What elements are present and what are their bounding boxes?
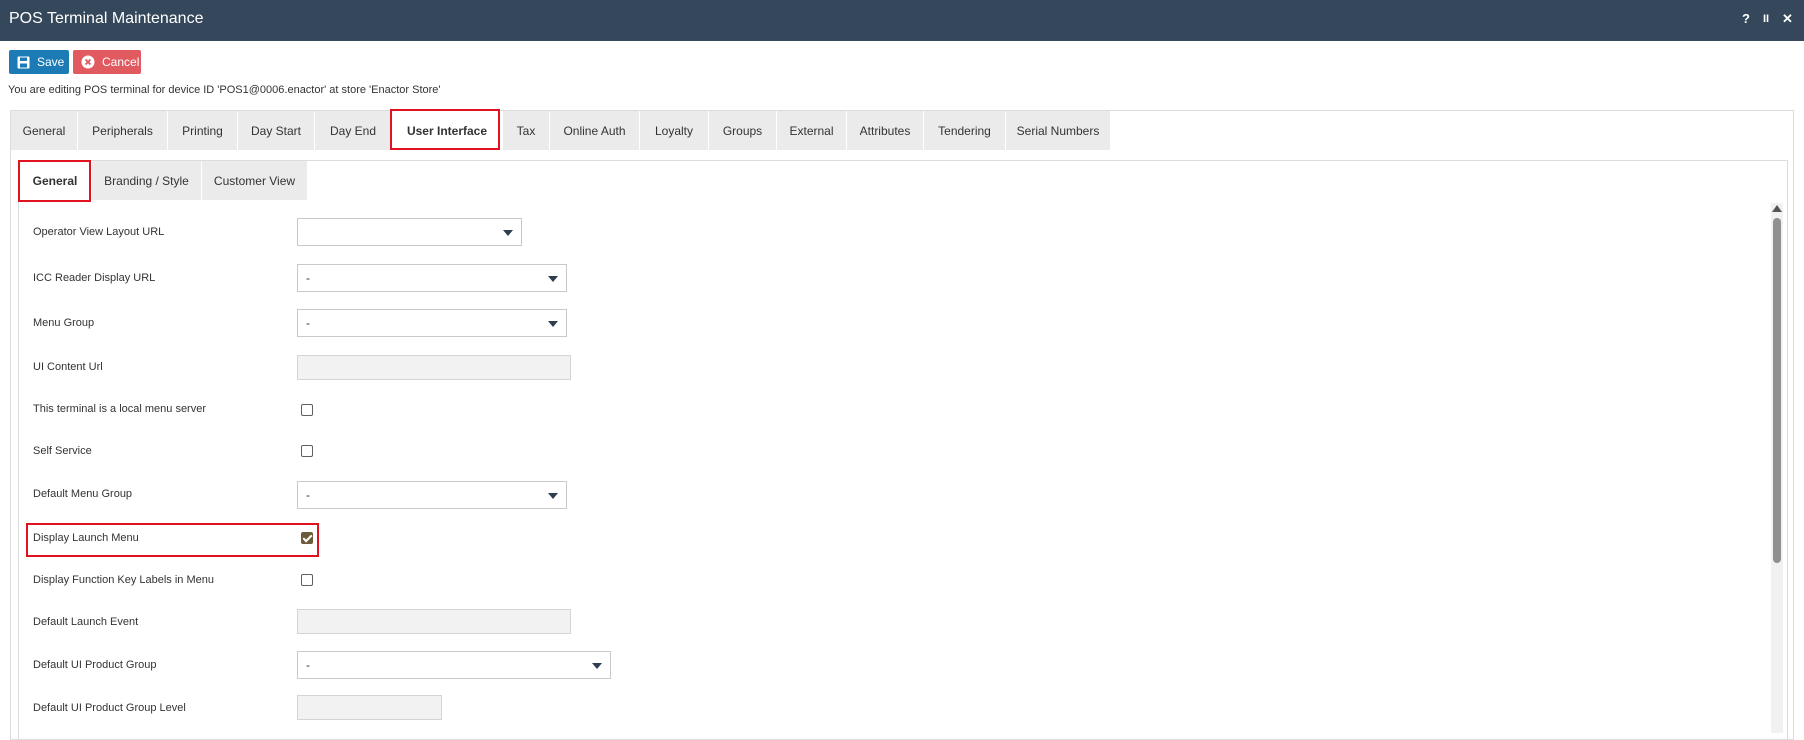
window-title: POS Terminal Maintenance <box>9 10 204 27</box>
display-launch-menu-label: Display Launch Menu <box>33 532 139 544</box>
save-label: Save <box>37 55 65 69</box>
operator-view-layout-url-label: Operator View Layout URL <box>33 226 165 238</box>
help-icon[interactable]: ? <box>1742 11 1750 26</box>
pause-icon[interactable]: II <box>1763 13 1769 25</box>
tab-serial-numbers[interactable]: Serial Numbers <box>1006 111 1111 150</box>
operator-view-layout-url-select[interactable] <box>297 218 522 246</box>
default-menu-group-select[interactable]: - <box>297 481 567 509</box>
local-menu-server-checkbox[interactable] <box>301 404 313 416</box>
self-service-label: Self Service <box>33 445 92 457</box>
default-ui-product-group-level-input[interactable] <box>297 695 442 720</box>
chevron-down-icon <box>548 276 558 282</box>
default-ui-product-group-level-label: Default UI Product Group Level <box>33 702 186 714</box>
tab-groups[interactable]: Groups <box>709 111 777 150</box>
tab-day-end[interactable]: Day End <box>315 111 392 150</box>
tab-day-start[interactable]: Day Start <box>238 111 315 150</box>
menu-group-label: Menu Group <box>33 317 95 329</box>
default-launch-event-input[interactable] <box>297 609 571 634</box>
circle-x-icon <box>81 55 95 69</box>
menu-group-select[interactable]: - <box>297 309 567 337</box>
display-fn-key-labels-checkbox[interactable] <box>301 574 313 586</box>
chevron-down-icon <box>548 493 558 499</box>
tab-printing[interactable]: Printing <box>168 111 238 150</box>
cancel-label: Cancel <box>102 55 140 69</box>
tab-tendering[interactable]: Tendering <box>924 111 1006 150</box>
cancel-button[interactable]: Cancel <box>73 50 141 74</box>
tab-tax[interactable]: Tax <box>503 111 550 150</box>
subtab-branding-style[interactable]: Branding / Style <box>92 161 202 200</box>
scroll-up-arrow-icon[interactable] <box>1772 205 1782 212</box>
scrollbar-thumb[interactable] <box>1773 218 1781 563</box>
icc-reader-display-url-label: ICC Reader Display URL <box>33 272 156 284</box>
subtab-general[interactable]: General <box>19 161 92 200</box>
icc-reader-display-url-select[interactable]: - <box>297 264 567 292</box>
local-menu-server-label: This terminal is a local menu server <box>33 403 207 415</box>
tab-external[interactable]: External <box>777 111 847 150</box>
save-button[interactable]: Save <box>9 50 69 74</box>
title-bar: POS Terminal Maintenance ? II ✕ <box>0 0 1804 41</box>
sub-tab-bar: General Branding / Style Customer View <box>19 161 308 200</box>
default-launch-event-label: Default Launch Event <box>33 616 139 628</box>
subtab-customer-view[interactable]: Customer View <box>202 161 308 200</box>
ui-content-url-label: UI Content Url <box>33 361 103 373</box>
main-tab-bar: General Peripherals Printing Day Start D… <box>11 111 1111 150</box>
tab-loyalty[interactable]: Loyalty <box>640 111 709 150</box>
chevron-down-icon <box>503 230 513 236</box>
self-service-checkbox[interactable] <box>301 445 313 457</box>
display-launch-menu-checkbox[interactable] <box>301 532 313 544</box>
editing-info-text: You are editing POS terminal for device … <box>8 84 441 96</box>
chevron-down-icon <box>592 663 602 669</box>
menu-group-value: - <box>306 316 310 330</box>
display-fn-key-labels-label: Display Function Key Labels in Menu <box>33 574 214 586</box>
default-ui-product-group-value: - <box>306 658 310 672</box>
icc-reader-display-url-value: - <box>306 271 310 285</box>
default-menu-group-label: Default Menu Group <box>33 488 133 500</box>
sub-panel <box>18 160 1788 740</box>
tab-online-auth[interactable]: Online Auth <box>550 111 640 150</box>
tab-peripherals[interactable]: Peripherals <box>78 111 168 150</box>
default-menu-group-value: - <box>306 488 310 502</box>
tab-attributes[interactable]: Attributes <box>847 111 924 150</box>
default-ui-product-group-label: Default UI Product Group <box>33 659 157 671</box>
close-icon[interactable]: ✕ <box>1782 11 1793 27</box>
chevron-down-icon <box>548 321 558 327</box>
floppy-disk-icon <box>17 55 30 69</box>
default-ui-product-group-select[interactable]: - <box>297 651 611 679</box>
ui-content-url-input[interactable] <box>297 355 571 380</box>
tab-user-interface[interactable]: User Interface <box>392 111 503 150</box>
tab-general[interactable]: General <box>11 111 78 150</box>
